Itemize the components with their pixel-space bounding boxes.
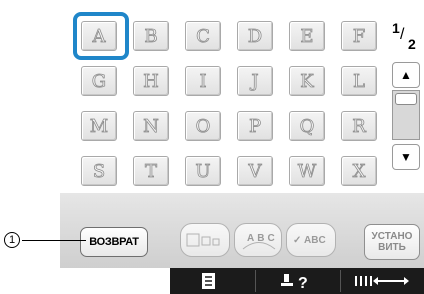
set-button-label: УСТАНО ВИТЬ bbox=[372, 231, 413, 253]
letter-key-p[interactable]: P bbox=[237, 111, 273, 141]
triangle-down-icon: ▼ bbox=[400, 150, 412, 164]
letter-key-v[interactable]: V bbox=[237, 156, 273, 186]
letter-key-label: U bbox=[195, 160, 211, 182]
letter-key-u[interactable]: U bbox=[185, 156, 221, 186]
letter-key-label: R bbox=[352, 115, 366, 137]
letter-key-r[interactable]: R bbox=[341, 111, 377, 141]
letter-key-i[interactable]: I bbox=[185, 66, 221, 96]
letter-key-x[interactable]: X bbox=[341, 156, 377, 186]
letter-key-label: X bbox=[352, 160, 366, 182]
check-text-button[interactable]: ✓ ABC bbox=[286, 223, 336, 257]
set-label-line1: УСТАНО bbox=[371, 231, 413, 242]
letter-key-d[interactable]: D bbox=[237, 21, 273, 51]
set-label-line2: ВИТЬ bbox=[378, 242, 406, 253]
letter-key-label: E bbox=[300, 25, 314, 47]
letter-key-j[interactable]: J bbox=[237, 66, 273, 96]
letter-key-f[interactable]: F bbox=[341, 21, 377, 51]
letter-key-label: O bbox=[195, 115, 211, 137]
page-total: 2 bbox=[408, 36, 416, 52]
letter-key-label: I bbox=[199, 70, 207, 92]
check-text-label: ABC bbox=[304, 235, 326, 246]
letter-key-label: T bbox=[144, 160, 158, 182]
letter-key-e[interactable]: E bbox=[289, 21, 325, 51]
letter-key-h[interactable]: H bbox=[133, 66, 169, 96]
letter-key-label: W bbox=[297, 160, 317, 182]
page-current: 1 bbox=[392, 20, 400, 36]
letter-key-label: K bbox=[300, 70, 314, 92]
letter-key-c[interactable]: C bbox=[185, 21, 221, 51]
letter-key-label: N bbox=[143, 115, 160, 137]
page-slash: / bbox=[400, 26, 405, 43]
letter-key-label: B bbox=[144, 25, 158, 47]
scroll-down-button[interactable]: ▼ bbox=[392, 144, 420, 170]
triangle-up-icon: ▲ bbox=[400, 68, 412, 82]
letter-key-q[interactable]: Q bbox=[289, 111, 325, 141]
letter-key-label: S bbox=[92, 160, 106, 182]
letter-key-w[interactable]: W bbox=[289, 156, 325, 186]
callout-line bbox=[22, 240, 86, 241]
letter-key-label: V bbox=[248, 160, 262, 182]
selection-frame bbox=[73, 12, 129, 60]
letter-key-t[interactable]: T bbox=[133, 156, 169, 186]
letter-key-label: L bbox=[353, 70, 366, 92]
check-icon: ✓ bbox=[293, 235, 302, 246]
arc-text-button[interactable]: ABC bbox=[234, 223, 282, 257]
back-button[interactable]: ВОЗВРАТ bbox=[80, 227, 148, 257]
letter-key-b[interactable]: B bbox=[133, 21, 169, 51]
letter-key-m[interactable]: M bbox=[81, 111, 117, 141]
letter-key-s[interactable]: S bbox=[81, 156, 117, 186]
scrollbar-thumb[interactable] bbox=[395, 93, 417, 105]
svg-text:?: ? bbox=[298, 275, 308, 292]
letter-key-label: F bbox=[352, 25, 366, 47]
letter-key-label: P bbox=[248, 115, 262, 137]
scroll-up-button[interactable]: ▲ bbox=[392, 62, 420, 88]
letter-key-label: D bbox=[247, 25, 263, 47]
letter-key-l[interactable]: L bbox=[341, 66, 377, 96]
set-button[interactable]: УСТАНО ВИТЬ bbox=[364, 224, 420, 260]
letter-key-label: Q bbox=[299, 115, 315, 137]
letter-key-label: H bbox=[143, 70, 159, 92]
callout-marker: 1 bbox=[4, 232, 20, 248]
letter-key-g[interactable]: G bbox=[81, 66, 117, 96]
letter-key-label: G bbox=[91, 70, 107, 92]
letter-key-n[interactable]: N bbox=[133, 111, 169, 141]
layout-mode-button[interactable] bbox=[180, 223, 230, 257]
help-icon[interactable]: ? bbox=[280, 270, 314, 292]
letter-key-k[interactable]: K bbox=[289, 66, 325, 96]
letter-key-label: J bbox=[251, 70, 259, 92]
document-list-icon[interactable] bbox=[199, 271, 219, 291]
toolbar-divider bbox=[340, 270, 341, 292]
arc-text-label: ABC bbox=[247, 233, 278, 244]
scrollbar-track[interactable] bbox=[392, 90, 420, 140]
letter-layout-icon bbox=[186, 233, 220, 247]
toolbar-divider bbox=[255, 270, 256, 292]
letter-key-label: M bbox=[89, 115, 109, 137]
letter-key-label: C bbox=[196, 25, 211, 47]
letter-key-o[interactable]: O bbox=[185, 111, 221, 141]
thread-cutting-icon[interactable] bbox=[352, 272, 418, 290]
